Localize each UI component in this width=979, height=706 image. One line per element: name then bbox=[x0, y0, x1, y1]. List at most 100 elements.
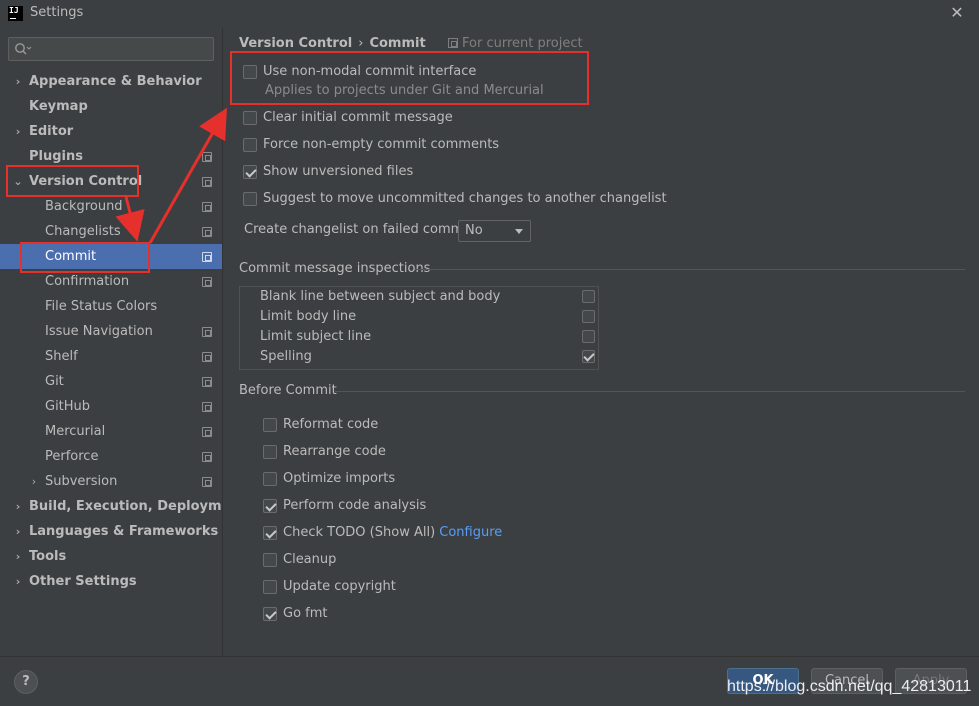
checkbox[interactable] bbox=[582, 310, 595, 323]
sidebar-item-tools[interactable]: › Tools bbox=[0, 544, 223, 569]
checkbox[interactable] bbox=[263, 607, 277, 621]
window-title: Settings bbox=[30, 5, 84, 20]
checkbox[interactable] bbox=[582, 330, 595, 343]
inspection-label: Limit body line bbox=[260, 309, 357, 324]
project-settings-icon bbox=[202, 377, 212, 387]
breadcrumb: Version Control › Commit bbox=[239, 36, 426, 52]
sidebar-item-label: Subversion bbox=[45, 474, 118, 489]
search-field[interactable] bbox=[8, 37, 214, 61]
sidebar-item-label: Mercurial bbox=[45, 424, 106, 439]
chevron-right-icon[interactable]: › bbox=[28, 469, 40, 494]
sidebar-item-mercurial[interactable]: Mercurial bbox=[0, 419, 223, 444]
project-settings-icon bbox=[202, 352, 212, 362]
checkbox[interactable] bbox=[582, 350, 595, 363]
inspection-label: Spelling bbox=[260, 349, 312, 364]
sidebar-item-shelf[interactable]: Shelf bbox=[0, 344, 223, 369]
sidebar-item-label: Other Settings bbox=[29, 574, 137, 589]
option-label: Force non-empty commit comments bbox=[263, 137, 500, 152]
changelist-failed-label: Create changelist on failed commit: bbox=[244, 222, 477, 237]
section-divider bbox=[415, 269, 965, 270]
sidebar-item-label: GitHub bbox=[45, 399, 91, 414]
checkbox[interactable] bbox=[243, 138, 257, 152]
settings-tree: › Appearance & Behavior Keymap › Editor Plugi… bbox=[0, 69, 246, 594]
sidebar-item-subversion[interactable]: › Subversion bbox=[0, 469, 223, 494]
sidebar-item-file-status-colors[interactable]: File Status Colors bbox=[0, 294, 223, 319]
breadcrumb-current: Commit bbox=[369, 36, 426, 51]
project-scope-icon bbox=[448, 38, 458, 48]
project-settings-icon bbox=[202, 202, 212, 212]
sidebar-item-label: Shelf bbox=[45, 349, 78, 364]
sidebar-item-label: Languages & Frameworks bbox=[29, 524, 219, 539]
inspections-table: Blank line between subject and body Limi… bbox=[239, 286, 599, 370]
checkbox[interactable] bbox=[263, 499, 277, 513]
sidebar-item-editor[interactable]: › Editor bbox=[0, 119, 223, 144]
checkbox[interactable] bbox=[263, 472, 277, 486]
sidebar-item-background[interactable]: Background bbox=[0, 194, 223, 219]
project-settings-icon bbox=[202, 477, 212, 487]
option-label: Show unversioned files bbox=[263, 164, 414, 179]
sidebar-item-git[interactable]: Git bbox=[0, 369, 223, 394]
inspection-label: Blank line between subject and body bbox=[260, 289, 501, 304]
breadcrumb-separator: › bbox=[358, 36, 364, 51]
chevron-right-icon[interactable]: › bbox=[12, 544, 24, 569]
option-label: Cleanup bbox=[283, 552, 337, 567]
project-settings-icon bbox=[202, 327, 212, 337]
close-icon[interactable]: ✕ bbox=[946, 3, 968, 23]
option-label: Perform code analysis bbox=[283, 498, 427, 513]
checkbox[interactable] bbox=[243, 192, 257, 206]
annotation-box-version-control bbox=[6, 165, 139, 197]
sidebar-item-changelists[interactable]: Changelists bbox=[0, 219, 223, 244]
inspection-row[interactable]: Spelling bbox=[240, 347, 598, 367]
project-scope-note: For current project bbox=[448, 36, 583, 51]
configure-link[interactable]: Configure bbox=[439, 525, 502, 540]
inspections-section-title: Commit message inspections bbox=[239, 261, 431, 276]
help-button[interactable]: ? bbox=[14, 670, 38, 694]
changelist-failed-select[interactable]: No bbox=[458, 220, 531, 242]
settings-sidebar: › Appearance & Behavior Keymap › Editor Plugi… bbox=[0, 28, 246, 656]
project-settings-icon bbox=[202, 252, 212, 262]
dialog-footer: ? OK Cancel Apply https://blog.csdn.net/… bbox=[0, 656, 979, 706]
sidebar-item-languages-frameworks[interactable]: › Languages & Frameworks bbox=[0, 519, 223, 544]
checkbox[interactable] bbox=[263, 418, 277, 432]
checkbox[interactable] bbox=[263, 553, 277, 567]
watermark: https://blog.csdn.net/qq_42813011 bbox=[727, 678, 972, 695]
breadcrumb-parent[interactable]: Version Control bbox=[239, 36, 352, 51]
chevron-right-icon[interactable]: › bbox=[12, 569, 24, 594]
sidebar-item-issue-navigation[interactable]: Issue Navigation bbox=[0, 319, 223, 344]
checkbox[interactable] bbox=[582, 290, 595, 303]
inspection-row[interactable]: Blank line between subject and body bbox=[240, 287, 598, 307]
chevron-right-icon[interactable]: › bbox=[12, 494, 24, 519]
chevron-down-icon bbox=[515, 229, 523, 234]
option-label-with-link: Check TODO (Show All) Configure bbox=[283, 524, 502, 542]
project-settings-icon bbox=[202, 402, 212, 412]
section-divider bbox=[335, 391, 965, 392]
chevron-right-icon[interactable]: › bbox=[12, 519, 24, 544]
inspection-label: Limit subject line bbox=[260, 329, 372, 344]
option-label: Update copyright bbox=[283, 579, 396, 594]
sidebar-item-label: Background bbox=[45, 199, 123, 214]
checkbox[interactable] bbox=[263, 580, 277, 594]
checkbox[interactable] bbox=[243, 165, 257, 179]
checkbox[interactable] bbox=[263, 526, 277, 540]
sidebar-item-perforce[interactable]: Perforce bbox=[0, 444, 223, 469]
commit-settings-panel: Version Control › Commit For current proje… bbox=[223, 28, 979, 656]
inspection-row[interactable]: Limit subject line bbox=[240, 327, 598, 347]
inspection-row[interactable]: Limit body line bbox=[240, 307, 598, 327]
sidebar-item-label: Editor bbox=[29, 124, 74, 139]
project-settings-icon bbox=[202, 427, 212, 437]
chevron-right-icon[interactable]: › bbox=[12, 69, 24, 94]
sidebar-item-label: Tools bbox=[29, 549, 67, 564]
sidebar-item-github[interactable]: GitHub bbox=[0, 394, 223, 419]
search-input[interactable] bbox=[33, 40, 209, 58]
sidebar-item-other-settings[interactable]: › Other Settings bbox=[0, 569, 223, 594]
option-label: Optimize imports bbox=[283, 471, 396, 486]
sidebar-item-keymap[interactable]: Keymap bbox=[0, 94, 223, 119]
sidebar-item-build-execution-deployment[interactable]: › Build, Execution, Deployment bbox=[0, 494, 246, 519]
checkbox[interactable] bbox=[263, 445, 277, 459]
checkbox[interactable] bbox=[243, 111, 257, 125]
sidebar-item-label: Git bbox=[45, 374, 64, 389]
sidebar-item-appearance-behavior[interactable]: › Appearance & Behavior bbox=[0, 69, 223, 94]
chevron-right-icon[interactable]: › bbox=[12, 119, 24, 144]
project-settings-icon bbox=[202, 227, 212, 237]
option-label: Rearrange code bbox=[283, 444, 386, 459]
